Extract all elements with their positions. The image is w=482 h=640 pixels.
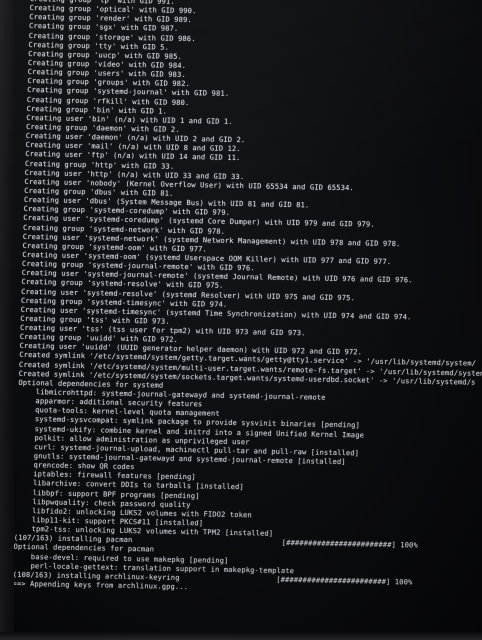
terminal-output: Creating group 'lp' with GID 991.Creatin… <box>11 0 482 640</box>
monitor-bezel-left <box>0 0 14 640</box>
monitor-screen: Creating group 'lp' with GID 991.Creatin… <box>0 0 482 640</box>
monitor-bezel-bottom <box>0 632 482 640</box>
